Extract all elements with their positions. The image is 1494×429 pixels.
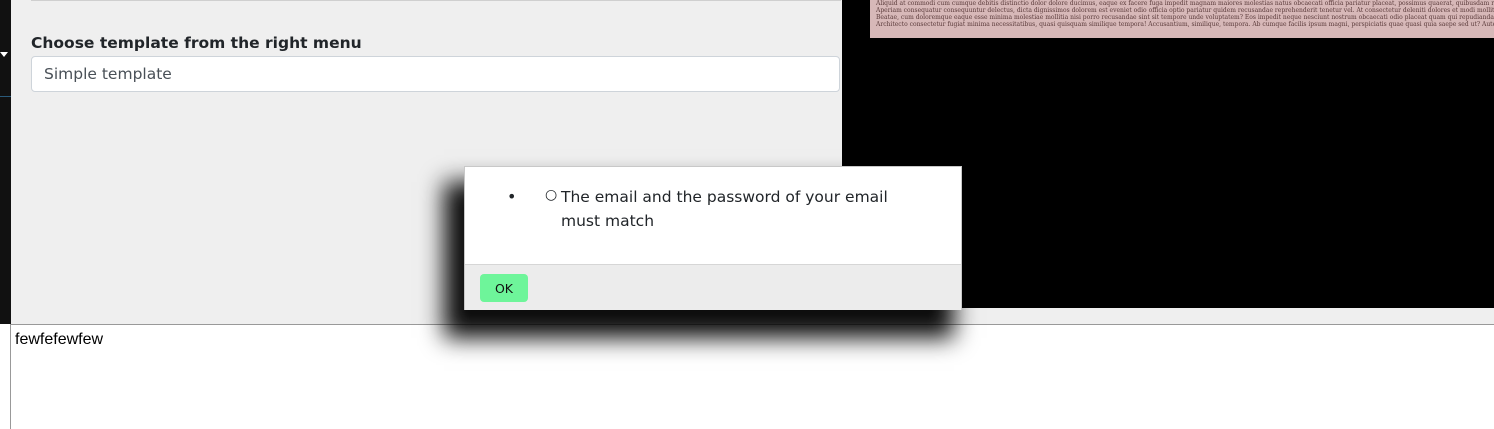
alert-dialog-body: • ○ The email and the password of your e… [465, 167, 961, 264]
caret-down-icon[interactable] [0, 52, 8, 57]
preview-line: Aperiam consequatur consequuntur delectu… [876, 7, 1494, 14]
error-message: The email and the password of your email… [561, 188, 888, 230]
bullet-icon: • [507, 187, 517, 206]
template-field-label: Choose template from the right menu [31, 34, 362, 52]
preview-line: Architecto consectetur fugiat minima nec… [876, 21, 1494, 28]
preview-pane-bottom [842, 308, 1494, 324]
preview-line: Aliquid at commodi cum cumque debitis di… [876, 0, 1494, 7]
sidebar-divider [0, 96, 11, 97]
alert-dialog: • ○ The email and the password of your e… [464, 166, 962, 310]
ok-button[interactable]: OK [480, 274, 528, 302]
alert-dialog-footer: OK [465, 264, 961, 310]
circle-bullet-icon: ○ [545, 187, 558, 203]
preview-line: Beatae, cum doloremque eaque esse minima… [876, 14, 1494, 21]
left-sidebar-strip [0, 0, 11, 324]
text-editor[interactable]: fewfefewfew [10, 324, 1494, 429]
template-input[interactable]: Simple template [31, 56, 840, 92]
editor-content: fewfefewfew [15, 331, 104, 348]
previous-field-edge [31, 0, 841, 1]
preview-document: Aliquid at commodi cum cumque debitis di… [870, 0, 1494, 38]
